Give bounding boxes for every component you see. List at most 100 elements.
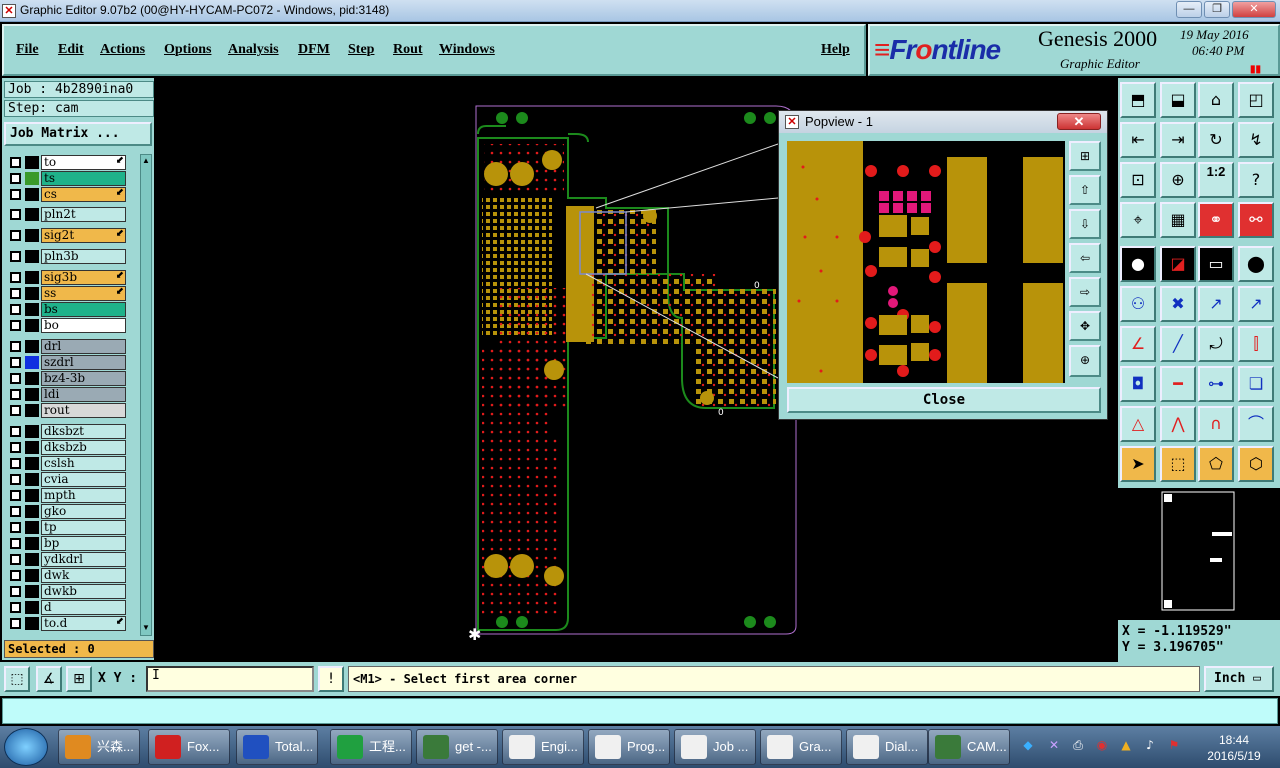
layer-color-swatch[interactable]	[25, 156, 39, 169]
net-highlight-icon[interactable]: ⚯	[1238, 202, 1274, 238]
layer-name[interactable]: rout	[41, 403, 126, 418]
layer-name[interactable]: dwk	[41, 568, 126, 583]
popview-zoom-out-button[interactable]: ⊕	[1069, 345, 1101, 377]
layer-row[interactable]: sig2t ⬋	[4, 227, 138, 243]
layer-name[interactable]: ts	[41, 171, 126, 186]
layer-checkbox[interactable]	[10, 458, 21, 469]
volume-icon[interactable]: ♪	[1142, 738, 1158, 754]
layer-color-swatch[interactable]	[25, 617, 39, 630]
layer-row[interactable]: cslsh	[4, 455, 138, 471]
peak-icon[interactable]: ⋀	[1160, 406, 1196, 442]
menu-step[interactable]: Step	[348, 42, 374, 58]
layer-name[interactable]: ldi	[41, 387, 126, 402]
close-window-button[interactable]: ✕	[1232, 1, 1276, 18]
layer-color-swatch[interactable]	[25, 489, 39, 502]
layer-row[interactable]: drl	[4, 338, 138, 354]
layer-color-swatch[interactable]	[25, 172, 39, 185]
layer-color-swatch[interactable]	[25, 271, 39, 284]
layer-row[interactable]: d	[4, 599, 138, 615]
move-node-icon[interactable]: ↗	[1198, 286, 1234, 322]
layer-checkbox[interactable]	[10, 618, 21, 629]
layer-checkbox[interactable]	[10, 474, 21, 485]
layer-name[interactable]: to	[41, 155, 126, 170]
scroll-up-icon[interactable]: ▲	[142, 156, 150, 166]
layer-name[interactable]: mpth	[41, 488, 126, 503]
ruler-icon[interactable]: ▭	[1198, 246, 1234, 282]
layer-checkbox[interactable]	[10, 405, 21, 416]
tray-network-icon[interactable]: ▲	[1118, 738, 1134, 754]
menu-actions[interactable]: Actions	[100, 42, 145, 58]
layer-name[interactable]: drl	[41, 339, 126, 354]
window-titlebar[interactable]: ✕ Graphic Editor 9.07b2 (00@HY-HYCAM-PC0…	[0, 0, 1280, 22]
center-icon[interactable]: ⊕	[1160, 162, 1196, 198]
slope-icon[interactable]: ╱	[1160, 326, 1196, 362]
add-line-icon[interactable]: ◪	[1160, 246, 1196, 282]
layer-color-swatch[interactable]	[25, 208, 39, 221]
layer-checkbox[interactable]	[10, 288, 21, 299]
unit-select[interactable]: Inch ▭	[1204, 666, 1274, 692]
layer-color-swatch[interactable]	[25, 425, 39, 438]
layer-row[interactable]: ydkdrl	[4, 551, 138, 567]
layer-row[interactable]: to ⬋	[4, 154, 138, 170]
layer-color-swatch[interactable]	[25, 537, 39, 550]
layer-row[interactable]: gko	[4, 503, 138, 519]
popview-close-button[interactable]: Close	[787, 387, 1101, 413]
layer-name[interactable]: ydkdrl	[41, 552, 126, 567]
layer-checkbox[interactable]	[10, 602, 21, 613]
menu-help[interactable]: Help	[821, 42, 850, 58]
layer-checkbox[interactable]	[10, 554, 21, 565]
tray-printer-icon[interactable]: ⎙	[1070, 738, 1086, 754]
layer-row[interactable]: ss ⬋	[4, 285, 138, 301]
layer-row[interactable]: dksbzt	[4, 423, 138, 439]
layer-row[interactable]: cvia	[4, 471, 138, 487]
popview-close-icon[interactable]: ✕	[1057, 113, 1101, 130]
layer-checkbox[interactable]	[10, 538, 21, 549]
select-arrow-icon[interactable]: ➤	[1120, 446, 1156, 482]
layer-color-swatch[interactable]	[25, 441, 39, 454]
net-select-icon[interactable]: ⚭	[1198, 202, 1234, 238]
layer-name[interactable]: d	[41, 600, 126, 615]
layer-checkbox[interactable]	[10, 586, 21, 597]
cross-delete-icon[interactable]: ✖	[1160, 286, 1196, 322]
taskbar-item[interactable]: Gra...	[760, 729, 842, 765]
zoom-previous-icon[interactable]: ⇤	[1120, 122, 1156, 158]
layer-checkbox[interactable]	[10, 272, 21, 283]
layer-name[interactable]: sig2t	[41, 228, 126, 243]
add-pad-icon[interactable]: ●	[1120, 246, 1156, 282]
layer-name[interactable]: bz4-3b	[41, 371, 126, 386]
layer-color-swatch[interactable]	[25, 188, 39, 201]
layer-scrollbar[interactable]: ▲ ▼	[140, 154, 152, 636]
layer-name[interactable]: sig3b	[41, 270, 126, 285]
system-clock[interactable]: 18:44 2016/5/19	[1194, 732, 1274, 764]
save-down-icon[interactable]: ⬓	[1160, 82, 1196, 118]
layer-checkbox[interactable]	[10, 230, 21, 241]
taskbar-item[interactable]: Total...	[236, 729, 318, 765]
zoom-window-icon[interactable]: ◰	[1238, 82, 1274, 118]
layer-row[interactable]: bz4-3b	[4, 370, 138, 386]
layer-row[interactable]: bo	[4, 317, 138, 333]
layer-color-swatch[interactable]	[25, 457, 39, 470]
select-polygon-icon[interactable]: ⬠	[1198, 446, 1234, 482]
layer-row[interactable]: bp	[4, 535, 138, 551]
warning-icon[interactable]: !	[318, 666, 344, 692]
menu-edit[interactable]: Edit	[58, 42, 84, 58]
layer-checkbox[interactable]	[10, 209, 21, 220]
layer-name[interactable]: cslsh	[41, 456, 126, 471]
arch-alt-icon[interactable]: ⌒	[1238, 406, 1274, 442]
add-surface-icon[interactable]: ⬤	[1238, 246, 1274, 282]
layer-checkbox[interactable]	[10, 173, 21, 184]
arch-icon[interactable]: ∩	[1198, 406, 1234, 442]
minimize-button[interactable]: —	[1176, 1, 1202, 18]
popview-pan-down-button[interactable]: ⇩	[1069, 209, 1101, 239]
maximize-button[interactable]: ❐	[1204, 1, 1230, 18]
layer-row[interactable]: pln2t	[4, 206, 138, 222]
layer-checkbox[interactable]	[10, 373, 21, 384]
menu-windows[interactable]: Windows	[439, 42, 495, 58]
layer-row[interactable]: to.d ⬋	[4, 615, 138, 631]
angle-icon[interactable]: ∠	[1120, 326, 1156, 362]
taskbar-item[interactable]: Dial...	[846, 729, 928, 765]
grid-snap-icon[interactable]: ⊞	[66, 666, 92, 692]
layer-checkbox[interactable]	[10, 442, 21, 453]
layer-checkbox[interactable]	[10, 389, 21, 400]
layer-color-swatch[interactable]	[25, 569, 39, 582]
